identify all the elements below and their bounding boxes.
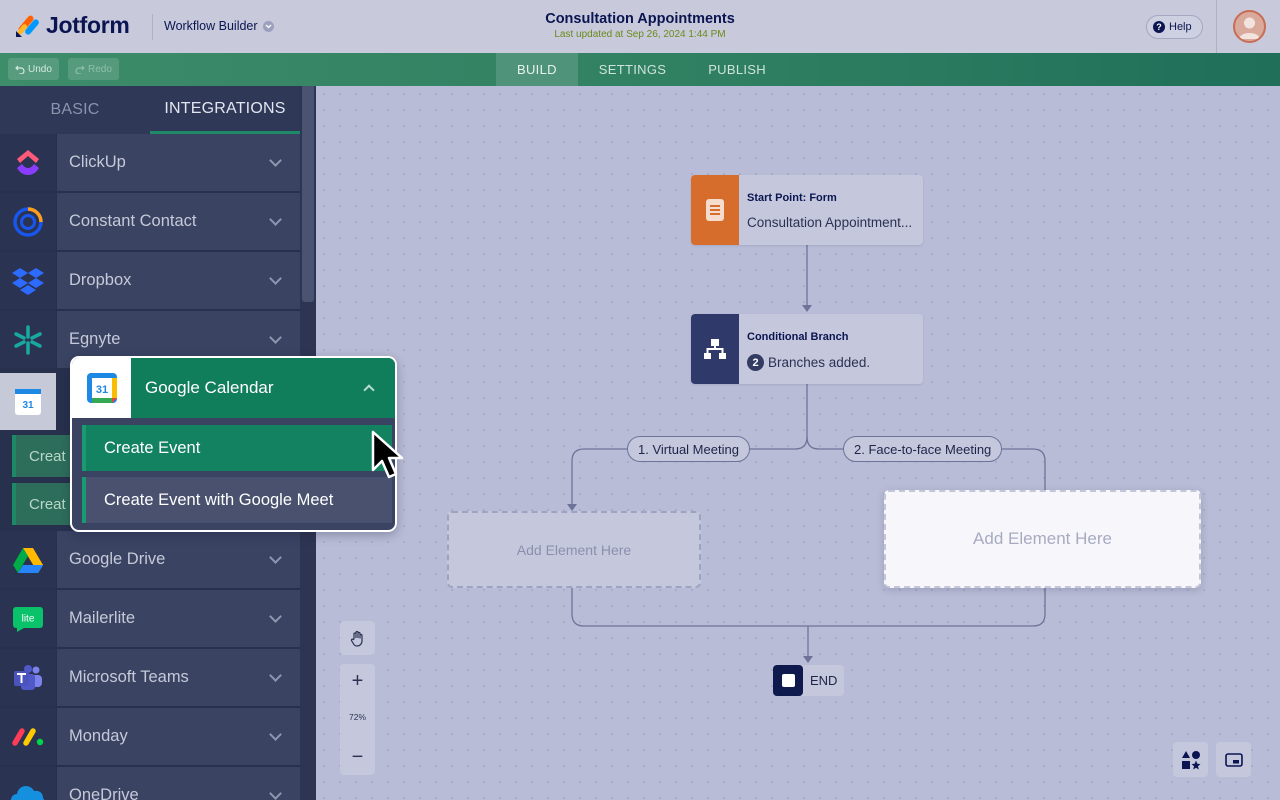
end-node[interactable]: END [773, 665, 844, 696]
add-element-dropzone[interactable]: Add Element Here [447, 511, 701, 588]
stop-icon [773, 665, 803, 696]
dropzone-label: Add Element Here [516, 541, 632, 558]
pan-hand-button[interactable] [340, 621, 375, 655]
branch-icon [691, 314, 739, 384]
conditional-branch-node[interactable]: Conditional Branch 2 Branches added. [691, 314, 923, 384]
node-subtitle: 2 Branches added. [747, 354, 870, 371]
chevron-up-icon [363, 384, 375, 396]
elements-library-button[interactable] [1173, 742, 1208, 777]
branch-label-face-to-face[interactable]: 2. Face-to-face Meeting [843, 436, 1003, 462]
zoom-in-button[interactable]: + [340, 666, 375, 696]
action-create-event[interactable]: Create Event [82, 425, 392, 471]
google-calendar-popup: 31 Google Calendar Create Event Create E… [70, 356, 397, 532]
zoom-controls: + 72% − [340, 664, 375, 775]
branch-count-badge: 2 [747, 354, 764, 371]
node-title: Start Point: Form [747, 192, 837, 204]
minimap-button[interactable] [1216, 742, 1251, 777]
branch-count-label: Branches added. [768, 355, 871, 370]
node-subtitle: Consultation Appointment... [747, 215, 913, 230]
zoom-out-button[interactable]: − [340, 742, 375, 772]
add-element-dropzone-active[interactable]: Add Element Here [884, 490, 1201, 588]
form-icon [691, 175, 739, 245]
google-calendar-icon: 31 [72, 358, 131, 418]
mouse-cursor-icon [371, 430, 404, 479]
popup-title: Google Calendar [145, 378, 274, 397]
end-label: END [810, 673, 838, 688]
start-point-node[interactable]: Start Point: Form Consultation Appointme… [691, 175, 923, 245]
action-create-event-google-meet[interactable]: Create Event with Google Meet [82, 477, 392, 523]
minimap-icon [1224, 752, 1243, 767]
zoom-level: 72% [348, 712, 366, 722]
branch-label-virtual[interactable]: 1. Virtual Meeting [627, 436, 750, 462]
dropzone-label: Add Element Here [973, 529, 1112, 548]
svg-text:31: 31 [95, 384, 107, 396]
node-title: Conditional Branch [747, 331, 849, 343]
google-calendar-header[interactable]: 31 Google Calendar [72, 358, 395, 418]
shapes-icon [1181, 750, 1200, 769]
hand-icon [350, 630, 363, 647]
